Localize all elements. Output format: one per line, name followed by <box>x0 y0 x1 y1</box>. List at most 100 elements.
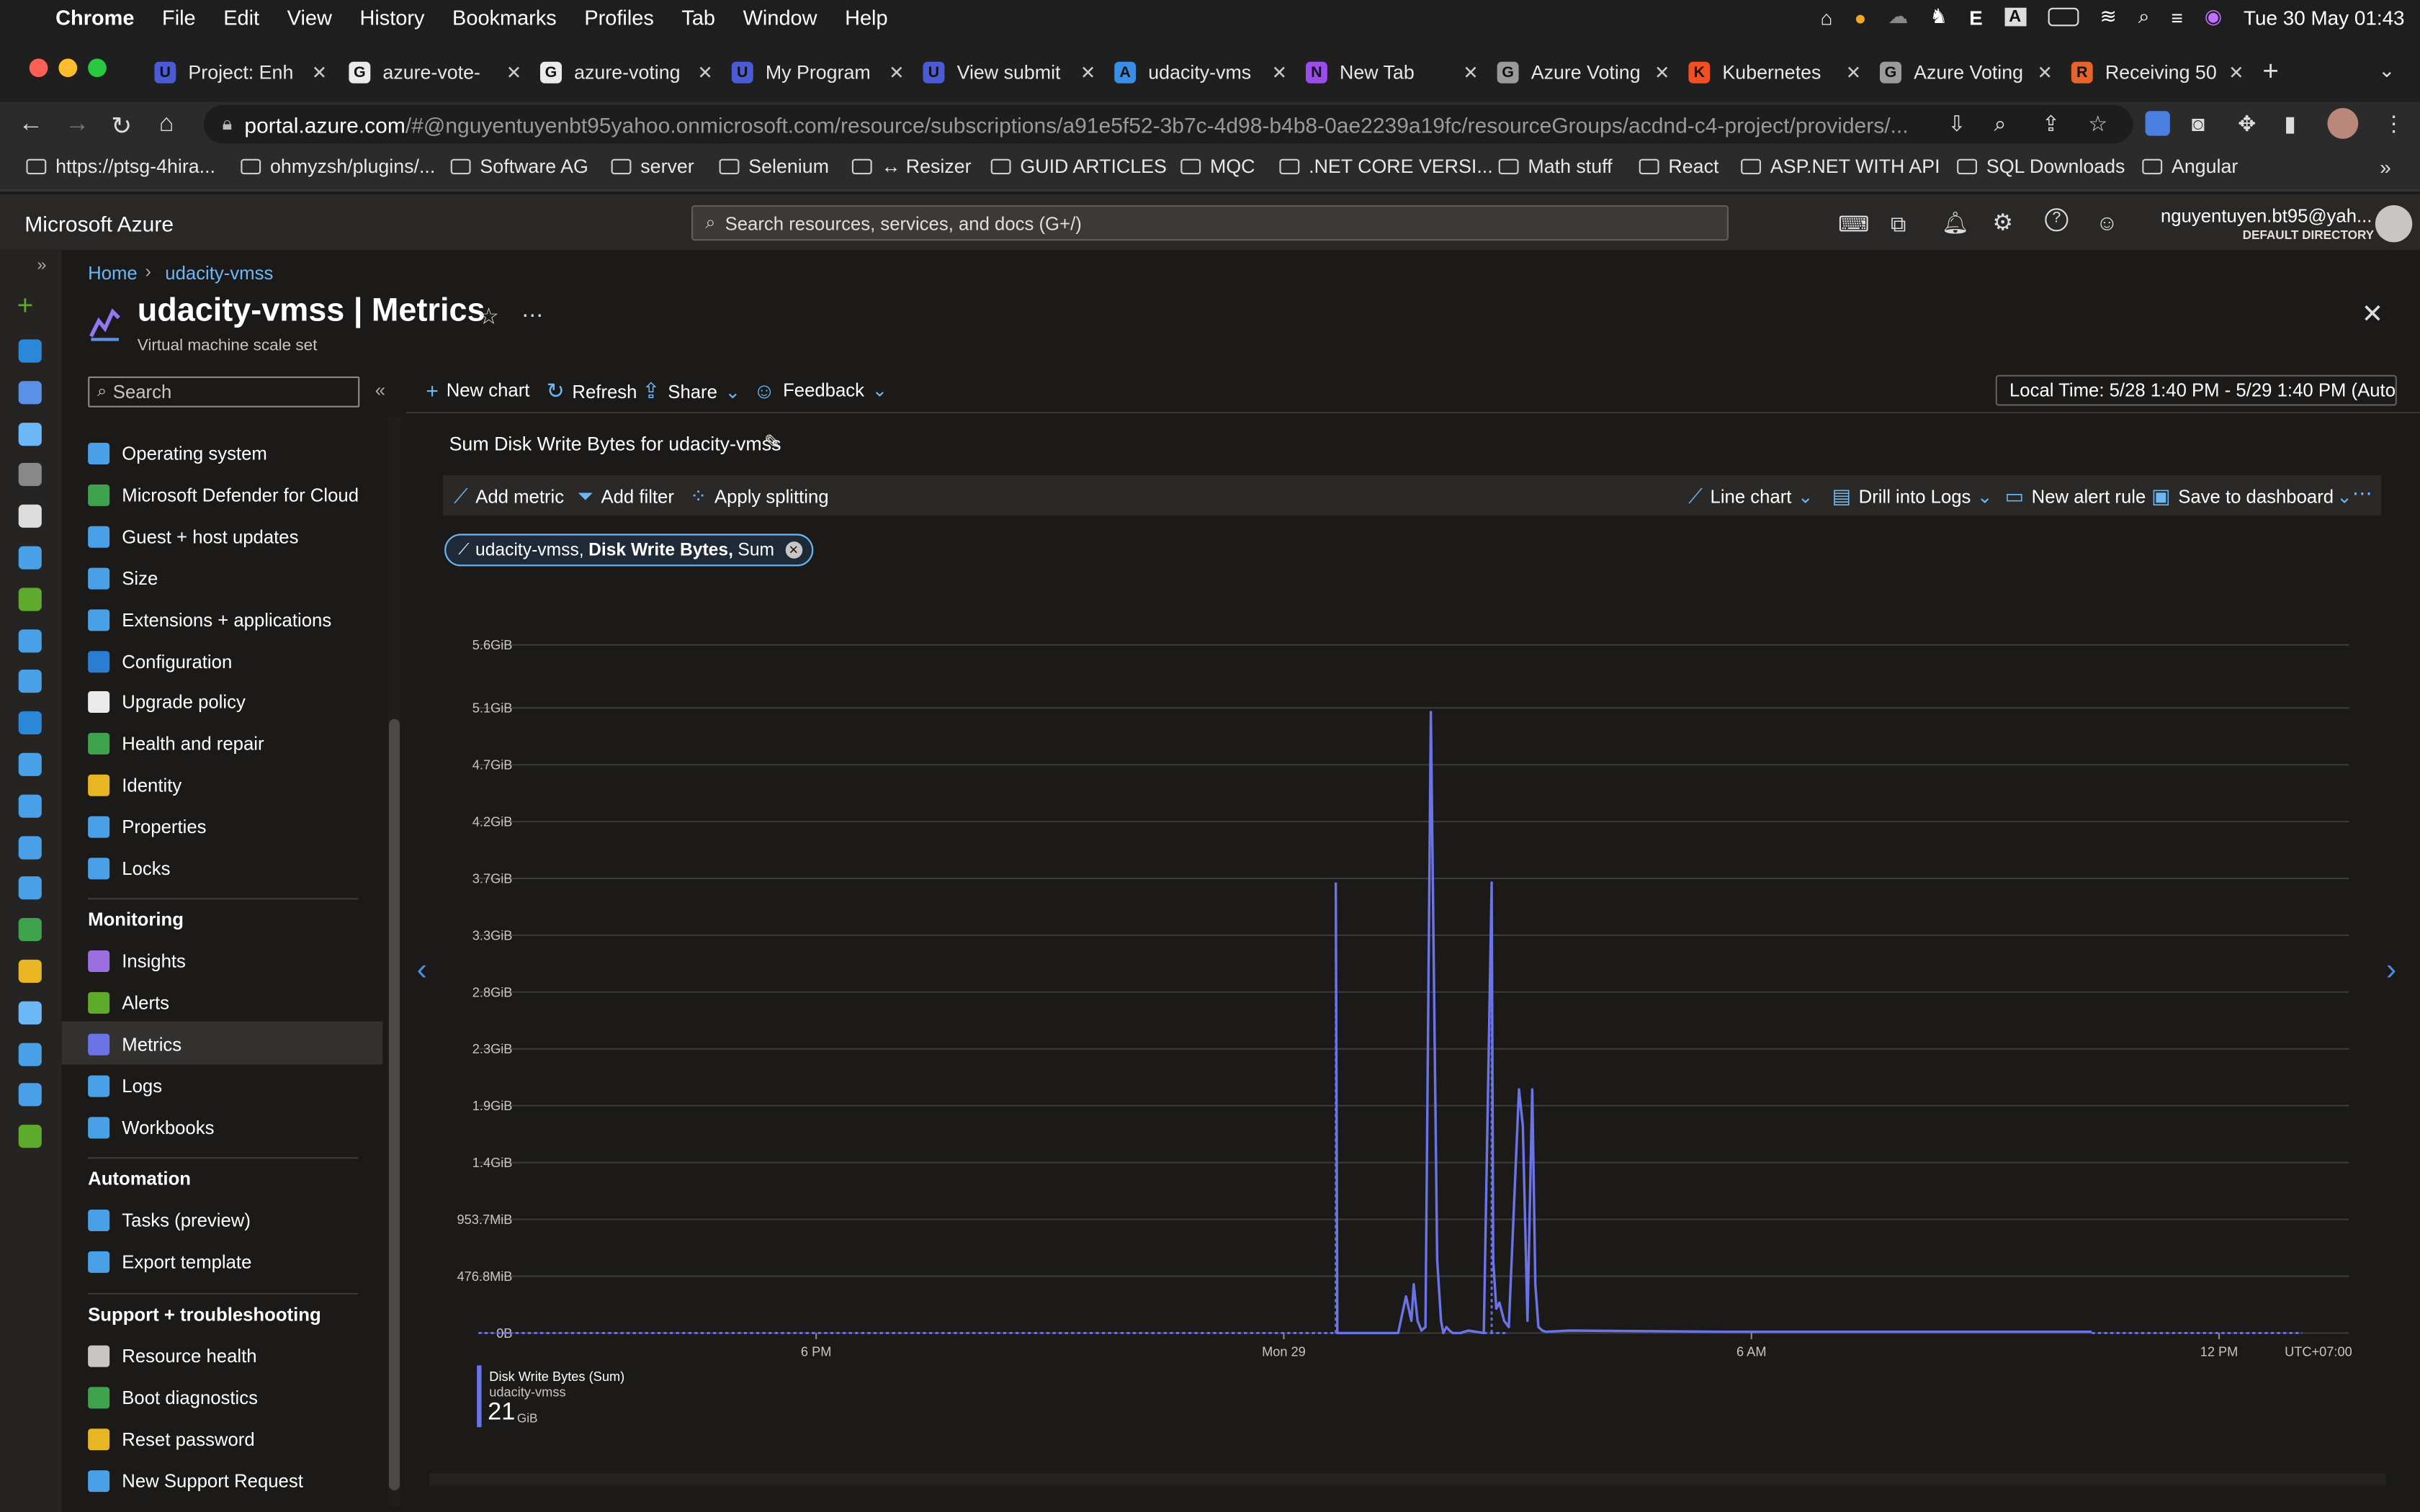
rail-network-icon[interactable] <box>18 835 42 859</box>
rail-vm-icon[interactable] <box>18 794 42 818</box>
browser-tab[interactable]: Gazure-voting ✕ <box>540 55 713 89</box>
tab-favicon-icon: R <box>2071 61 2093 84</box>
bookmark-item[interactable]: GUID ARTICLES <box>990 156 1167 177</box>
bookmark-item[interactable]: React <box>1639 156 1718 177</box>
x-tick-label: 6 AM <box>1736 1345 1766 1359</box>
tab-favicon-icon: G <box>1497 61 1519 84</box>
legend-color-bar <box>477 1365 482 1428</box>
bookmark-item[interactable]: SQL Downloads <box>1957 156 2125 177</box>
folder-icon <box>1639 158 1659 175</box>
bookmark-label: https://ptsg-4hira... <box>55 156 215 178</box>
browser-tab[interactable]: K Kubernetes ✕ <box>1688 55 1861 89</box>
rail-monitor-icon[interactable] <box>18 670 42 693</box>
x-tick-label: Mon 29 <box>1262 1345 1306 1359</box>
tab-label: Project: Enh <box>188 61 294 84</box>
folder-icon <box>2142 158 2163 175</box>
y-tick-label: 3.7GiB <box>472 871 513 886</box>
browser-tab[interactable]: G Azure Voting ✕ <box>1880 55 2053 89</box>
rail-security-icon[interactable] <box>18 876 42 901</box>
tab-label: Azure Voting <box>1531 61 1641 84</box>
tab-label: Azure Voting <box>1914 61 2024 84</box>
bookmark-label: Math stuff <box>1528 156 1613 178</box>
y-tick-label: 2.3GiB <box>472 1042 513 1056</box>
bookmark-item[interactable]: .NET CORE VERSI... <box>1279 156 1493 178</box>
bookmark-item[interactable]: Selenium <box>719 156 829 177</box>
bookmark-item[interactable]: ↔ Resizer <box>851 156 972 177</box>
browser-tab[interactable]: Audacity-vms ✕ <box>1114 55 1287 89</box>
tab-close-icon[interactable]: ✕ <box>2037 62 2053 84</box>
folder-icon <box>241 158 261 175</box>
tab-close-icon[interactable]: ✕ <box>1654 62 1670 84</box>
y-tick-label: 4.2GiB <box>472 815 513 829</box>
browser-tab[interactable]: R Receiving 50 ✕ <box>2071 55 2244 89</box>
bookmark-item[interactable]: https://ptsg-4hira... <box>26 156 215 177</box>
bookmark-item[interactable]: Angular <box>2142 156 2238 177</box>
chart-horizontal-scrollbar[interactable] <box>429 1473 2386 1486</box>
rail-devops-icon[interactable] <box>18 1084 42 1107</box>
tab-favicon-icon: K <box>1688 61 1711 84</box>
y-tick-label: 2.8GiB <box>472 985 513 999</box>
tab-close-icon[interactable]: ✕ <box>697 62 713 84</box>
rail-user-icon[interactable] <box>18 1001 42 1025</box>
folder-icon <box>1279 158 1300 175</box>
rail-dashboard-icon[interactable] <box>18 380 42 404</box>
rail-key-icon[interactable] <box>18 918 42 942</box>
bookmark-item[interactable]: Math stuff <box>1498 156 1613 178</box>
x-tick-label: 12 PM <box>2200 1345 2238 1359</box>
folder-icon <box>450 158 471 175</box>
bookmark-item[interactable]: Software AG <box>450 156 588 178</box>
tab-close-icon[interactable]: ✕ <box>312 62 328 84</box>
rail-sql-icon[interactable] <box>18 752 42 776</box>
tab-close-icon[interactable]: ✕ <box>889 62 905 84</box>
rail-favorites-icon[interactable] <box>18 463 42 487</box>
tab-close-icon[interactable]: ✕ <box>1272 62 1288 84</box>
tab-close-icon[interactable]: ✕ <box>1080 62 1096 84</box>
metrics-chart[interactable]: 0B476.8MiB953.7MiB1.4GiB1.9GiB2.3GiB2.8G… <box>0 0 2420 1512</box>
rail-resource-groups-icon[interactable] <box>18 629 42 652</box>
y-tick-label: 953.7MiB <box>457 1212 513 1227</box>
y-tick-label: 1.9GiB <box>472 1099 513 1113</box>
browser-tab[interactable]: U My Program ✕ <box>731 55 905 89</box>
legend-resource: udacity-vmss <box>489 1384 566 1400</box>
rail-all-services-icon[interactable] <box>18 422 42 446</box>
legend-series-name[interactable]: Disk Write Bytes (Sum) <box>489 1369 624 1384</box>
tab-label: Receiving 50 <box>2105 61 2217 84</box>
y-tick-label: 476.8MiB <box>457 1269 513 1284</box>
browser-tab[interactable]: N New Tab ✕ <box>1305 55 1479 89</box>
rail-more-icon[interactable] <box>18 1125 42 1148</box>
bookmark-item[interactable]: ASP.NET WITH API <box>1741 156 1940 177</box>
rail-virtual-machines-icon[interactable] <box>18 546 42 570</box>
rail-cloud-icon[interactable] <box>18 1042 42 1066</box>
tab-favicon-icon: N <box>1305 61 1327 84</box>
tab-close-icon[interactable]: ✕ <box>1463 62 1479 84</box>
tab-close-icon[interactable]: ✕ <box>1846 62 1862 84</box>
bookmark-label: Software AG <box>480 156 588 178</box>
rail-storage-icon[interactable] <box>18 587 42 611</box>
tab-close-icon[interactable]: ✕ <box>2228 62 2244 84</box>
series-line-disk-write-bytes[interactable] <box>1334 711 2092 1335</box>
browser-tab[interactable]: U Project: Enh ✕ <box>154 55 327 89</box>
bookmark-item[interactable]: MQC <box>1180 156 1255 177</box>
rail-app-services-icon[interactable] <box>18 505 42 528</box>
browser-tab[interactable]: Gazure-vote- ✕ <box>349 55 521 89</box>
folder-icon <box>719 158 740 175</box>
tab-favicon-icon: U <box>154 61 176 84</box>
folder-icon <box>611 158 632 175</box>
tab-label: Kubernetes <box>1722 61 1821 84</box>
rail-home-icon[interactable] <box>18 339 42 363</box>
browser-tab[interactable]: U View submit ✕ <box>923 55 1095 89</box>
y-tick-label: 5.6GiB <box>472 638 513 652</box>
y-tick-label: 3.3GiB <box>472 928 513 942</box>
bookmark-item[interactable]: ohmyzsh/plugins/... <box>241 156 435 177</box>
bookmark-item[interactable]: server <box>611 156 694 177</box>
bookmark-label: .NET CORE VERSI... <box>1309 156 1493 178</box>
rail-kubernetes-icon[interactable] <box>18 711 42 735</box>
tab-label: View submit <box>956 61 1061 84</box>
y-tick-label: 5.1GiB <box>472 701 513 716</box>
browser-tab[interactable]: G Azure Voting ✕ <box>1497 55 1670 89</box>
tab-favicon-icon: U <box>923 61 945 84</box>
rail-advisor-icon[interactable] <box>18 959 42 983</box>
tab-close-icon[interactable]: ✕ <box>506 62 522 84</box>
bookmark-label: SQL Downloads <box>1986 156 2125 178</box>
folder-icon <box>1498 158 1519 175</box>
